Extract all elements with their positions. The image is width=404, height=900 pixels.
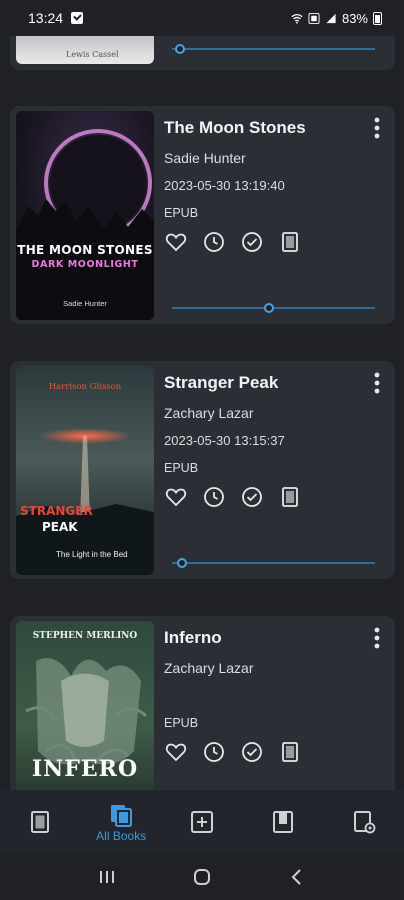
- book-cover[interactable]: STEPHEN MERLINO INFERO: [16, 621, 154, 790]
- slider-track: [172, 48, 375, 50]
- cover-art: [16, 366, 154, 575]
- mark-read-check-icon[interactable]: [240, 485, 264, 509]
- volte-icon: [308, 12, 320, 24]
- home-icon[interactable]: [192, 867, 212, 887]
- book-card[interactable]: STEPHEN MERLINO INFERO Inferno Zachary L…: [10, 616, 395, 790]
- cover-subtitle: DARK MOONLIGHT: [31, 259, 139, 270]
- reading-progress-slider[interactable]: [172, 44, 375, 54]
- book-title[interactable]: Inferno: [164, 628, 222, 648]
- open-book-icon: [272, 811, 293, 833]
- book-cover[interactable]: THE MOON STONES DARK MOONLIGHT Sadie Hun…: [16, 111, 154, 320]
- nav-reading-now[interactable]: [247, 794, 319, 850]
- nav-add-book[interactable]: [166, 794, 238, 850]
- status-time: 13:24: [28, 10, 64, 26]
- book-title[interactable]: Stranger Peak: [164, 373, 278, 393]
- reading-progress-slider[interactable]: [172, 303, 375, 313]
- wifi-icon: [291, 13, 303, 24]
- book-format: EPUB: [164, 206, 199, 220]
- reading-history-clock-icon[interactable]: [202, 230, 226, 254]
- book-card[interactable]: Harrison Glisson STRANGER PEAK The Light…: [10, 361, 395, 579]
- cover-author: Sadie Hunter: [63, 299, 107, 308]
- book-cover[interactable]: Lewis Cassel: [16, 36, 154, 64]
- back-icon[interactable]: [287, 867, 307, 887]
- book-settings-icon: [353, 811, 375, 834]
- book-format: EPUB: [164, 716, 199, 730]
- book-info: The Moon Stones Sadie Hunter 2023-05-30 …: [164, 106, 395, 324]
- cover-title-line1: STRANGER: [20, 504, 93, 518]
- signal-icon: [326, 13, 336, 23]
- slider-thumb[interactable]: [175, 44, 186, 54]
- cover-author: Lewis Cassel: [66, 50, 119, 59]
- mark-read-check-icon[interactable]: [240, 740, 264, 764]
- reading-history-clock-icon[interactable]: [202, 485, 226, 509]
- shelf-book-icon[interactable]: [278, 740, 302, 764]
- book-card[interactable]: THE MOON STONES DARK MOONLIGHT Sadie Hun…: [10, 106, 395, 324]
- favorite-heart-icon[interactable]: [164, 230, 188, 254]
- book-actions: [164, 485, 302, 509]
- add-icon: [190, 811, 213, 833]
- more-options-icon[interactable]: [373, 371, 381, 395]
- recent-apps-icon[interactable]: [97, 867, 117, 887]
- nav-settings[interactable]: [328, 794, 400, 850]
- library-stack-icon: [111, 804, 133, 827]
- book-date: 2023-05-30 13:19:40: [164, 178, 285, 193]
- cover-art: [16, 111, 154, 320]
- book-list[interactable]: Lewis Cassel THE MOON STONES DARK MOONLI…: [0, 36, 404, 790]
- book-card-previous[interactable]: Lewis Cassel: [10, 36, 395, 70]
- book-info: Inferno Zachary Lazar EPUB: [164, 616, 395, 790]
- book-date: 2023-05-30 13:15:37: [164, 433, 285, 448]
- favorite-heart-icon[interactable]: [164, 740, 188, 764]
- reading-progress-slider[interactable]: [172, 558, 375, 568]
- book-actions: [164, 740, 302, 764]
- book-icon: [31, 811, 50, 833]
- mark-read-check-icon[interactable]: [240, 230, 264, 254]
- favorite-heart-icon[interactable]: [164, 485, 188, 509]
- slider-track: [172, 562, 375, 564]
- more-options-icon[interactable]: [373, 626, 381, 650]
- battery-percent: 83%: [341, 10, 368, 26]
- shelf-book-icon[interactable]: [278, 485, 302, 509]
- slider-thumb[interactable]: [177, 558, 188, 568]
- book-actions: [164, 230, 302, 254]
- cover-title: INFERO: [31, 756, 139, 782]
- book-format: EPUB: [164, 461, 199, 475]
- book-author: Zachary Lazar: [164, 405, 254, 421]
- book-title[interactable]: The Moon Stones: [164, 118, 306, 138]
- book-author: Zachary Lazar: [164, 660, 254, 676]
- book-author: Sadie Hunter: [164, 150, 246, 166]
- battery-icon: [373, 11, 382, 25]
- system-navigation-bar: [0, 854, 404, 900]
- nav-reading[interactable]: [4, 794, 76, 850]
- nav-all-books-label: All Books: [96, 828, 147, 843]
- notification-icon: [71, 12, 84, 24]
- slider-thumb[interactable]: [264, 303, 275, 313]
- cover-title: THE MOON STONES: [17, 243, 153, 257]
- cover-title-line2: PEAK: [42, 520, 78, 534]
- shelf-book-icon[interactable]: [278, 230, 302, 254]
- book-cover[interactable]: Harrison Glisson STRANGER PEAK The Light…: [16, 366, 154, 575]
- nav-all-books[interactable]: All Books: [85, 794, 157, 850]
- status-bar: 13:24 83%: [0, 0, 404, 36]
- book-info: Stranger Peak Zachary Lazar 2023-05-30 1…: [164, 361, 395, 579]
- cover-tagline: The Light in the Bed: [56, 550, 128, 559]
- bottom-navigation: All Books: [0, 790, 404, 854]
- cover-author: Harrison Glisson: [48, 382, 122, 392]
- more-options-icon[interactable]: [373, 116, 381, 140]
- cover-author: STEPHEN MERLINO: [32, 631, 138, 641]
- reading-history-clock-icon[interactable]: [202, 740, 226, 764]
